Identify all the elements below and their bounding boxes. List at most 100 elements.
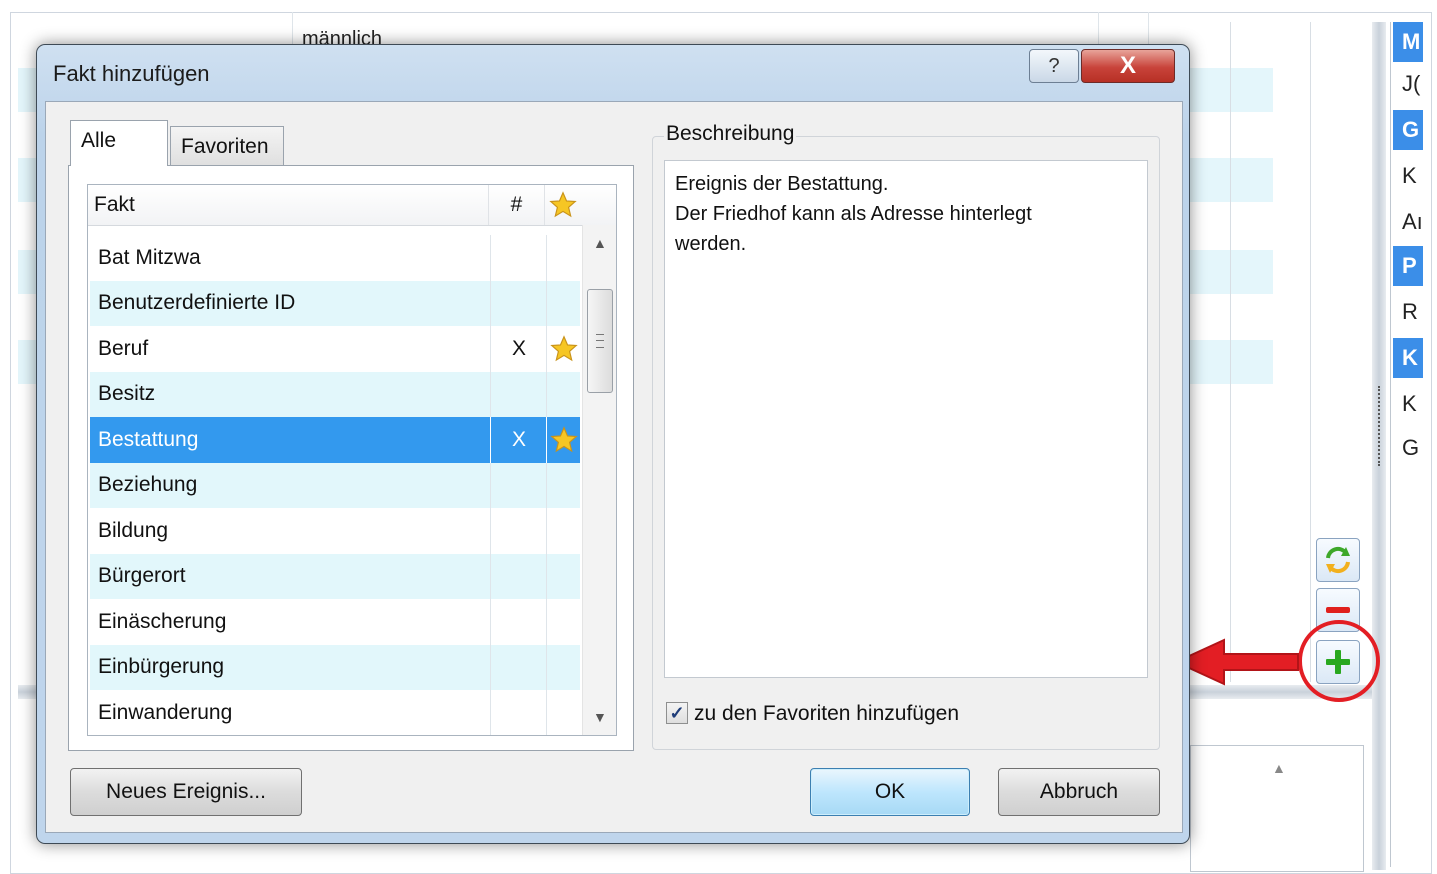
fact-favorite-cell[interactable] <box>546 280 581 326</box>
fact-name: Beziehung <box>98 473 198 497</box>
tab-label: Alle <box>81 129 117 152</box>
fact-list-row[interactable]: Einbürgerung <box>90 644 581 690</box>
star-icon <box>548 191 577 218</box>
person-list-item[interactable]: K <box>1393 338 1423 378</box>
description-text: Ereignis der Bestattung. Der Friedhof ka… <box>664 160 1148 678</box>
fact-list-row[interactable]: Bestattung X <box>90 417 580 463</box>
new-event-button[interactable]: Neues Ereignis... <box>70 768 302 816</box>
scroll-up-arrow[interactable]: ▲ <box>593 235 607 251</box>
person-list-item[interactable]: G <box>1393 428 1423 468</box>
fact-name: Bürgerort <box>98 564 186 588</box>
button-label: Neues Ereignis... <box>106 780 266 803</box>
fact-list-row[interactable]: Besitz <box>90 371 581 417</box>
fact-list-row[interactable]: Beruf X <box>90 326 580 372</box>
column-header-fact[interactable]: Fakt <box>94 185 484 225</box>
add-fact-dialog: Fakt hinzufügen ? X Alle Favoriten Fakt … <box>36 44 1190 844</box>
fact-favorite-cell[interactable] <box>546 462 581 508</box>
fact-list-row[interactable]: Bürgerort <box>90 553 581 599</box>
fact-favorite-cell[interactable] <box>546 553 581 599</box>
person-list-initial: G <box>1402 435 1420 460</box>
background-column-divider <box>1310 22 1311 682</box>
fact-count <box>490 235 547 281</box>
fact-list-row[interactable]: Bildung <box>90 508 580 554</box>
star-icon <box>550 426 578 453</box>
fact-favorite-cell[interactable] <box>546 690 581 735</box>
person-list-initial: K <box>1402 345 1418 370</box>
star-icon <box>550 335 578 362</box>
fact-favorite-cell[interactable] <box>546 417 581 463</box>
add-to-favorites-label[interactable]: zu den Favoriten hinzufügen <box>694 702 959 726</box>
annotation-circle <box>1298 620 1380 702</box>
fact-count <box>490 599 547 645</box>
splitter-grip[interactable] <box>1378 386 1383 466</box>
close-icon: X <box>1119 52 1136 79</box>
column-header-count[interactable]: # <box>488 185 544 225</box>
fact-count <box>490 371 547 417</box>
person-list-item[interactable]: G <box>1393 110 1423 150</box>
fact-name: Bat Mitzwa <box>98 245 201 269</box>
help-icon: ? <box>1048 54 1060 77</box>
right-person-list: M J( G K Aı P R K K G <box>1390 22 1429 867</box>
fact-list-row[interactable]: Beziehung <box>90 462 581 508</box>
background-scroll-up-arrow[interactable]: ▲ <box>1272 760 1286 776</box>
fact-favorite-cell[interactable] <box>546 508 581 554</box>
scroll-down-arrow[interactable]: ▼ <box>593 709 607 725</box>
person-list-initial: K <box>1402 391 1417 416</box>
fact-list-row[interactable]: Benutzerdefinierte ID <box>90 280 581 326</box>
fact-favorite-cell[interactable] <box>546 371 581 417</box>
fact-count <box>490 690 547 735</box>
column-header-label: Fakt <box>94 193 135 216</box>
person-list-item[interactable]: Aı <box>1393 202 1423 242</box>
list-scrollbar[interactable]: ▲ ▼ <box>582 225 616 735</box>
fact-favorite-cell[interactable] <box>546 599 581 645</box>
fact-favorite-cell[interactable] <box>546 644 581 690</box>
fact-name: Benutzerdefinierte ID <box>98 291 296 315</box>
button-label: Abbruch <box>1039 780 1119 803</box>
refresh-button[interactable] <box>1316 538 1360 582</box>
fact-count <box>490 553 547 599</box>
dialog-title: Fakt hinzufügen <box>53 61 210 86</box>
column-header-favorite[interactable] <box>544 185 580 225</box>
fact-count: X <box>490 326 547 372</box>
person-list-item[interactable]: P <box>1393 246 1423 286</box>
fact-list-row[interactable]: Einwanderung <box>90 690 581 735</box>
person-list-initial: K <box>1402 163 1417 188</box>
fact-count <box>490 280 547 326</box>
tab-label: Favoriten <box>181 135 269 158</box>
description-label: Beschreibung <box>664 122 797 146</box>
add-to-favorites-checkbox[interactable]: ✓ <box>666 702 688 724</box>
help-button[interactable]: ? <box>1029 49 1079 83</box>
fact-name: Beruf <box>98 336 149 360</box>
fact-favorite-cell[interactable] <box>546 235 581 281</box>
person-list-item[interactable]: K <box>1393 156 1423 196</box>
button-label: OK <box>874 780 906 803</box>
fact-name: Einäscherung <box>98 609 227 633</box>
close-button[interactable]: X <box>1081 49 1175 83</box>
dialog-content: Alle Favoriten Fakt # Bat Mitzwa Benutzer… <box>45 101 1183 833</box>
background-column-divider <box>1230 22 1231 682</box>
tab-panel: Fakt # Bat Mitzwa Benutzerdefinierte ID Be… <box>68 165 634 751</box>
fact-list-row[interactable]: Einäscherung <box>90 599 580 645</box>
fact-list-row[interactable]: Bat Mitzwa <box>90 235 580 281</box>
person-list-initial: P <box>1402 253 1417 278</box>
person-list-item[interactable]: M <box>1393 22 1423 62</box>
fact-list-header: Fakt # <box>88 185 616 226</box>
person-list-item[interactable]: R <box>1393 292 1423 332</box>
person-list-initial: M <box>1402 29 1421 54</box>
person-list-initial: G <box>1402 117 1420 142</box>
fact-name: Einwanderung <box>98 700 233 724</box>
fact-favorite-cell[interactable] <box>546 326 581 372</box>
tab-favorites[interactable]: Favoriten <box>170 126 284 166</box>
person-list-initial: J( <box>1402 71 1421 96</box>
fact-name: Einbürgerung <box>98 655 225 679</box>
cancel-button[interactable]: Abbruch <box>998 768 1160 816</box>
ok-button[interactable]: OK <box>810 768 970 816</box>
column-header-label: # <box>510 193 523 216</box>
person-list-item[interactable]: J( <box>1393 64 1423 104</box>
annotation-arrow-icon <box>1174 638 1299 686</box>
scroll-thumb[interactable] <box>587 289 613 393</box>
tab-all[interactable]: Alle <box>70 120 168 166</box>
fact-name: Bildung <box>98 518 169 542</box>
fact-count: X <box>490 417 547 463</box>
person-list-item[interactable]: K <box>1393 384 1423 424</box>
